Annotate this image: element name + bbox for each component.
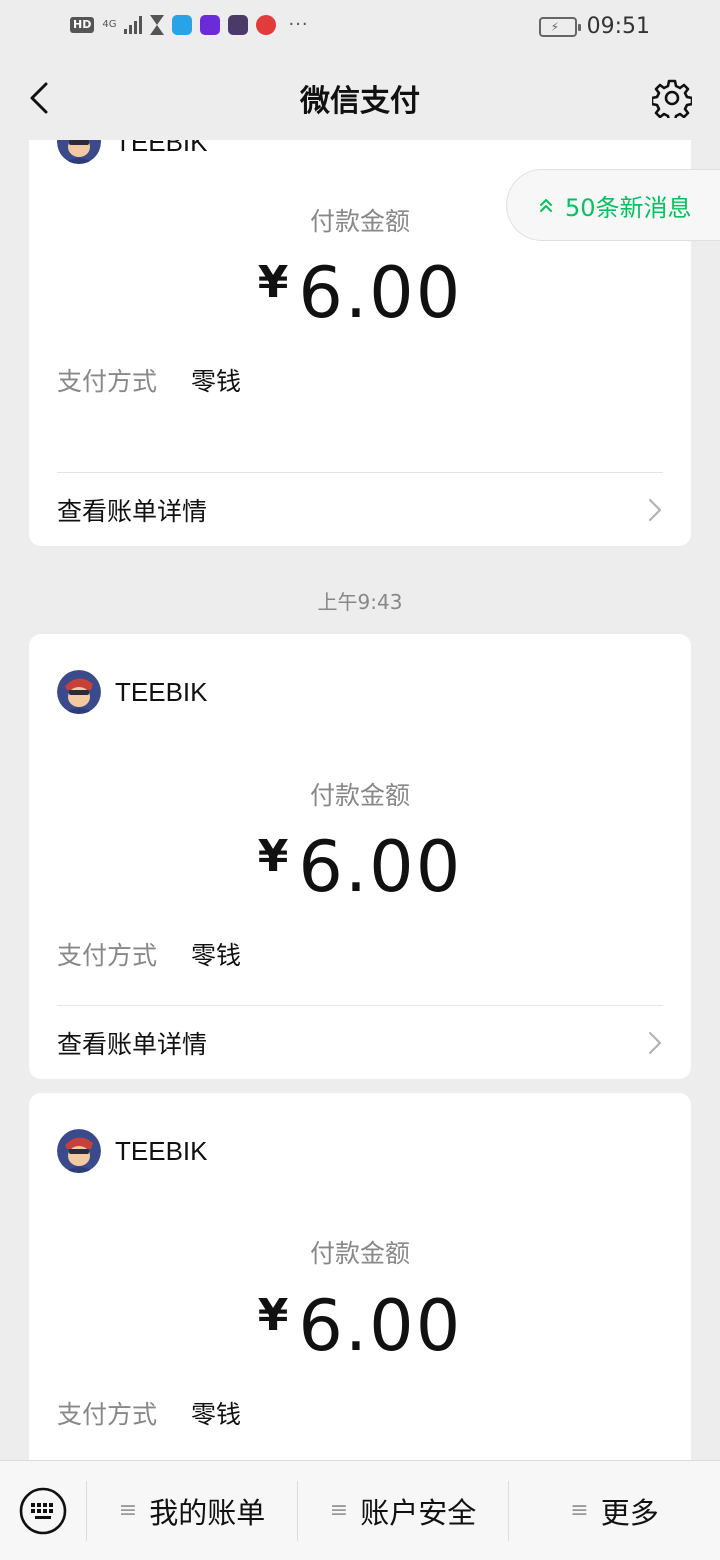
payment-method-row: 支付方式 零钱 xyxy=(57,1395,241,1431)
amount-value: 6.00 xyxy=(298,826,463,908)
bottom-menu-bar: ≡ 我的账单 ≡ 账户安全 ≡ 更多 xyxy=(0,1460,720,1560)
view-bill-details-label: 查看账单详情 xyxy=(57,1030,208,1059)
payment-method-value: 零钱 xyxy=(191,941,242,970)
more-notifications-icon: ··· xyxy=(288,14,309,35)
view-bill-details-link[interactable]: 查看账单详情 xyxy=(57,1013,663,1073)
page-title: 微信支付 xyxy=(300,84,420,119)
video-app-icon xyxy=(200,14,221,35)
payment-card: TEEBIK 付款金额 ¥6.00 支付方式 零钱 查看账单详情 xyxy=(29,634,691,1079)
payment-message-list[interactable]: TEEBIK 付款金额 ¥6.00 支付方式 零钱 查看账单详情 上午9:43 xyxy=(0,140,720,1460)
merchant-header: TEEBIK xyxy=(57,140,207,164)
payment-method-label: 支付方式 xyxy=(57,1400,158,1429)
battery-icon: ⚡ xyxy=(538,16,581,37)
merchant-avatar xyxy=(57,670,101,714)
view-bill-details-link[interactable]: 查看账单详情 xyxy=(57,480,663,540)
payment-method-row: 支付方式 零钱 xyxy=(57,362,241,398)
divider xyxy=(57,1005,663,1006)
currency-symbol: ¥ xyxy=(257,831,289,882)
app-notification-icon xyxy=(172,14,193,35)
menu-label: 我的账单 xyxy=(149,1495,266,1530)
chevron-right-icon xyxy=(648,1031,662,1055)
hd-indicator: HD xyxy=(70,16,95,33)
keyboard-toggle-button[interactable] xyxy=(0,1461,86,1560)
status-icons-right: ⚡ 09:51 xyxy=(538,14,650,39)
amount-value: 6.00 xyxy=(298,252,463,334)
new-messages-label: 50条新消息 xyxy=(565,193,692,222)
merchant-name: TEEBIK xyxy=(115,676,208,707)
payment-method-label: 支付方式 xyxy=(57,941,158,970)
network-type: 4G xyxy=(102,18,117,30)
map-pin-app-icon xyxy=(256,14,277,35)
signal-icon xyxy=(124,15,143,34)
amount-value: 6.00 xyxy=(298,1285,463,1367)
menu-account-security[interactable]: ≡ 账户安全 xyxy=(297,1480,508,1541)
payment-amount: ¥6.00 xyxy=(29,252,691,334)
menu-my-bills[interactable]: ≡ 我的账单 xyxy=(86,1480,297,1541)
k-app-icon xyxy=(228,14,249,35)
menu-lines-icon: ≡ xyxy=(118,1498,138,1523)
amount-label: 付款金额 xyxy=(309,1239,410,1268)
new-messages-button[interactable]: 50条新消息 xyxy=(506,169,720,241)
payment-card: TEEBIK 付款金额 ¥6.00 支付方式 零钱 xyxy=(29,1093,691,1460)
merchant-avatar xyxy=(57,1129,101,1173)
merchant-avatar xyxy=(57,140,101,164)
merchant-name: TEEBIK xyxy=(115,140,208,157)
clock: 09:51 xyxy=(586,14,650,39)
payment-method-value: 零钱 xyxy=(191,1400,242,1429)
chevron-right-icon xyxy=(648,498,662,522)
merchant-name: TEEBIK xyxy=(115,1135,208,1166)
menu-lines-icon: ≡ xyxy=(570,1498,589,1523)
payment-amount: ¥6.00 xyxy=(29,826,691,908)
currency-symbol: ¥ xyxy=(257,257,289,308)
keyboard-icon xyxy=(19,1487,67,1534)
hourglass-icon xyxy=(150,14,165,35)
payment-method-row: 支付方式 零钱 xyxy=(57,936,241,972)
payment-amount: ¥6.00 xyxy=(29,1285,691,1367)
status-bar: HD 4G ··· ⚡ 09:51 xyxy=(0,0,720,56)
status-icons-left: HD 4G ··· xyxy=(70,14,309,35)
merchant-header: TEEBIK xyxy=(57,1129,207,1173)
currency-symbol: ¥ xyxy=(257,1290,289,1341)
navigation-bar: 微信支付 xyxy=(0,56,720,140)
settings-gear-icon[interactable] xyxy=(652,78,692,118)
menu-more[interactable]: ≡ 更多 xyxy=(508,1480,720,1541)
menu-label: 更多 xyxy=(600,1495,659,1530)
payment-method-value: 零钱 xyxy=(191,367,242,396)
divider xyxy=(57,472,663,473)
payment-method-label: 支付方式 xyxy=(57,367,158,396)
double-chevron-up-icon xyxy=(540,199,552,212)
menu-label: 账户安全 xyxy=(360,1495,477,1530)
merchant-header: TEEBIK xyxy=(57,670,207,714)
menu-lines-icon: ≡ xyxy=(329,1498,349,1523)
message-timestamp: 上午9:43 xyxy=(317,590,403,614)
amount-label: 付款金额 xyxy=(309,781,410,810)
view-bill-details-label: 查看账单详情 xyxy=(57,497,208,526)
